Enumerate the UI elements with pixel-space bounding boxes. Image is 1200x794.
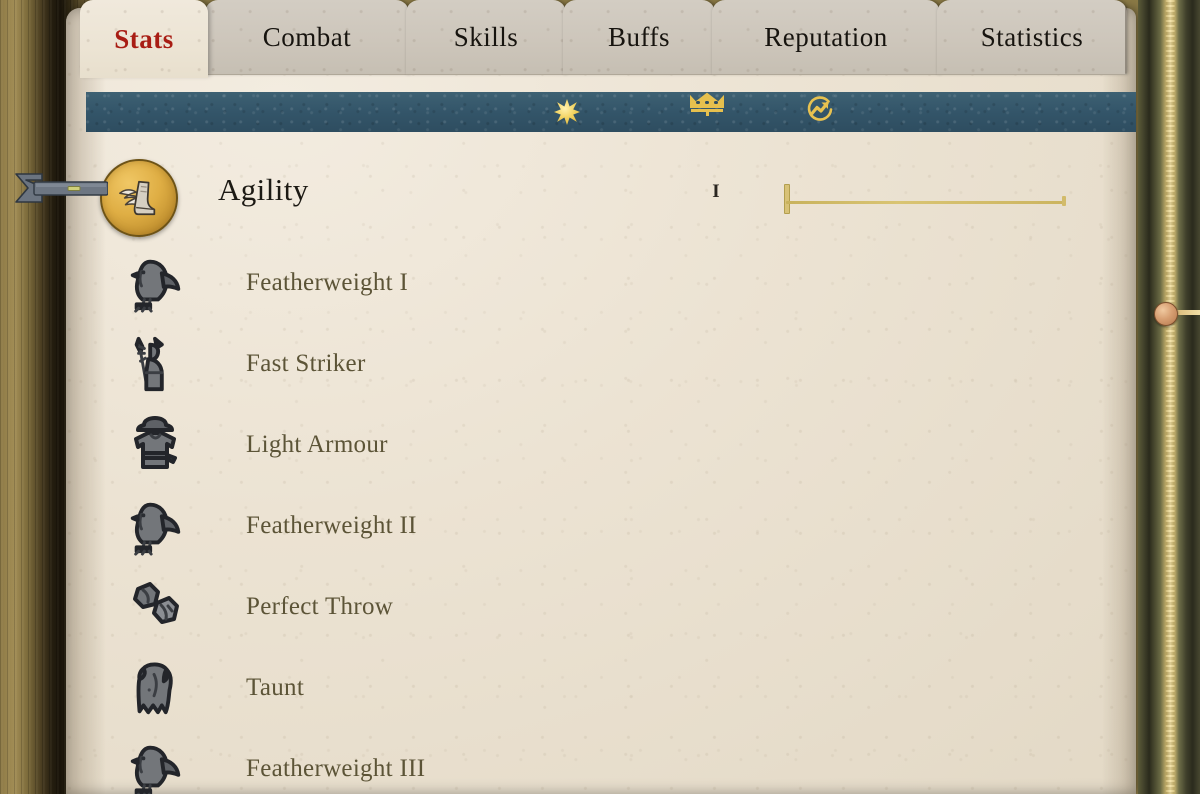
- progress-start-marker: [784, 184, 790, 214]
- tab-bar: Stats Combat Skills Buffs Reputation Sta…: [0, 0, 1200, 78]
- band-texture: [86, 92, 1136, 132]
- perk-label: Fast Striker: [246, 349, 366, 377]
- progress-track: [786, 201, 1066, 204]
- tab-reputation-label: Reputation: [764, 21, 888, 52]
- tab-combat[interactable]: Combat: [205, 0, 409, 75]
- tab-stats-label: Stats: [114, 23, 174, 54]
- bird-icon: [120, 490, 192, 562]
- tab-statistics[interactable]: Statistics: [937, 0, 1127, 75]
- perk-row[interactable]: Featherweight III: [86, 728, 1136, 794]
- spear-warrior-icon: [120, 328, 192, 400]
- perk-label: Featherweight II: [246, 511, 417, 539]
- star-icon[interactable]: [554, 99, 580, 125]
- perk-row[interactable]: Light Armour: [86, 404, 1136, 485]
- perk-row[interactable]: Perfect Throw: [86, 566, 1136, 647]
- bird-icon: [120, 247, 192, 319]
- stat-name-label: Agility: [218, 172, 309, 207]
- tab-buffs[interactable]: Buffs: [563, 0, 715, 75]
- tab-reputation[interactable]: Reputation: [712, 0, 940, 75]
- perk-label: Perfect Throw: [246, 592, 394, 620]
- bird-icon: [120, 733, 192, 794]
- metal-bookmark-ribbon[interactable]: [12, 168, 109, 208]
- tab-stats[interactable]: Stats: [80, 0, 208, 78]
- character-sheet-screen: Stats Combat Skills Buffs Reputation Sta…: [0, 0, 1200, 794]
- perk-list: Featherweight I Fast Striker Light Armou…: [86, 242, 1136, 794]
- brass-rivet: [1154, 302, 1178, 326]
- perk-label: Featherweight III: [246, 754, 426, 782]
- tab-statistics-label: Statistics: [980, 21, 1084, 52]
- border-bead-pattern: [1138, 0, 1200, 794]
- perk-label: Featherweight I: [246, 268, 409, 296]
- perk-row[interactable]: Featherweight I: [86, 242, 1136, 323]
- cloak-icon: [120, 652, 192, 724]
- perk-row[interactable]: Taunt: [86, 647, 1136, 728]
- perk-label: Taunt: [246, 673, 305, 701]
- tunic-hat-icon: [120, 409, 192, 481]
- tab-buffs-label: Buffs: [607, 21, 670, 52]
- perk-label: Light Armour: [246, 430, 388, 458]
- right-decorative-border: [1138, 0, 1200, 794]
- perk-row[interactable]: Featherweight II: [86, 485, 1136, 566]
- trending-up-icon[interactable]: [804, 95, 834, 130]
- tab-skills-label: Skills: [453, 21, 519, 52]
- progress-end-marker: [1062, 196, 1066, 206]
- perk-row[interactable]: Fast Striker: [86, 323, 1136, 404]
- column-header-band: [86, 92, 1136, 132]
- tab-combat-label: Combat: [262, 21, 352, 52]
- tab-skills[interactable]: Skills: [406, 0, 566, 75]
- stat-level-value: I: [712, 181, 720, 202]
- winged-boot-icon: [100, 159, 178, 237]
- stat-row-agility[interactable]: Agility I: [86, 156, 1136, 242]
- two-stones-icon: [120, 571, 192, 643]
